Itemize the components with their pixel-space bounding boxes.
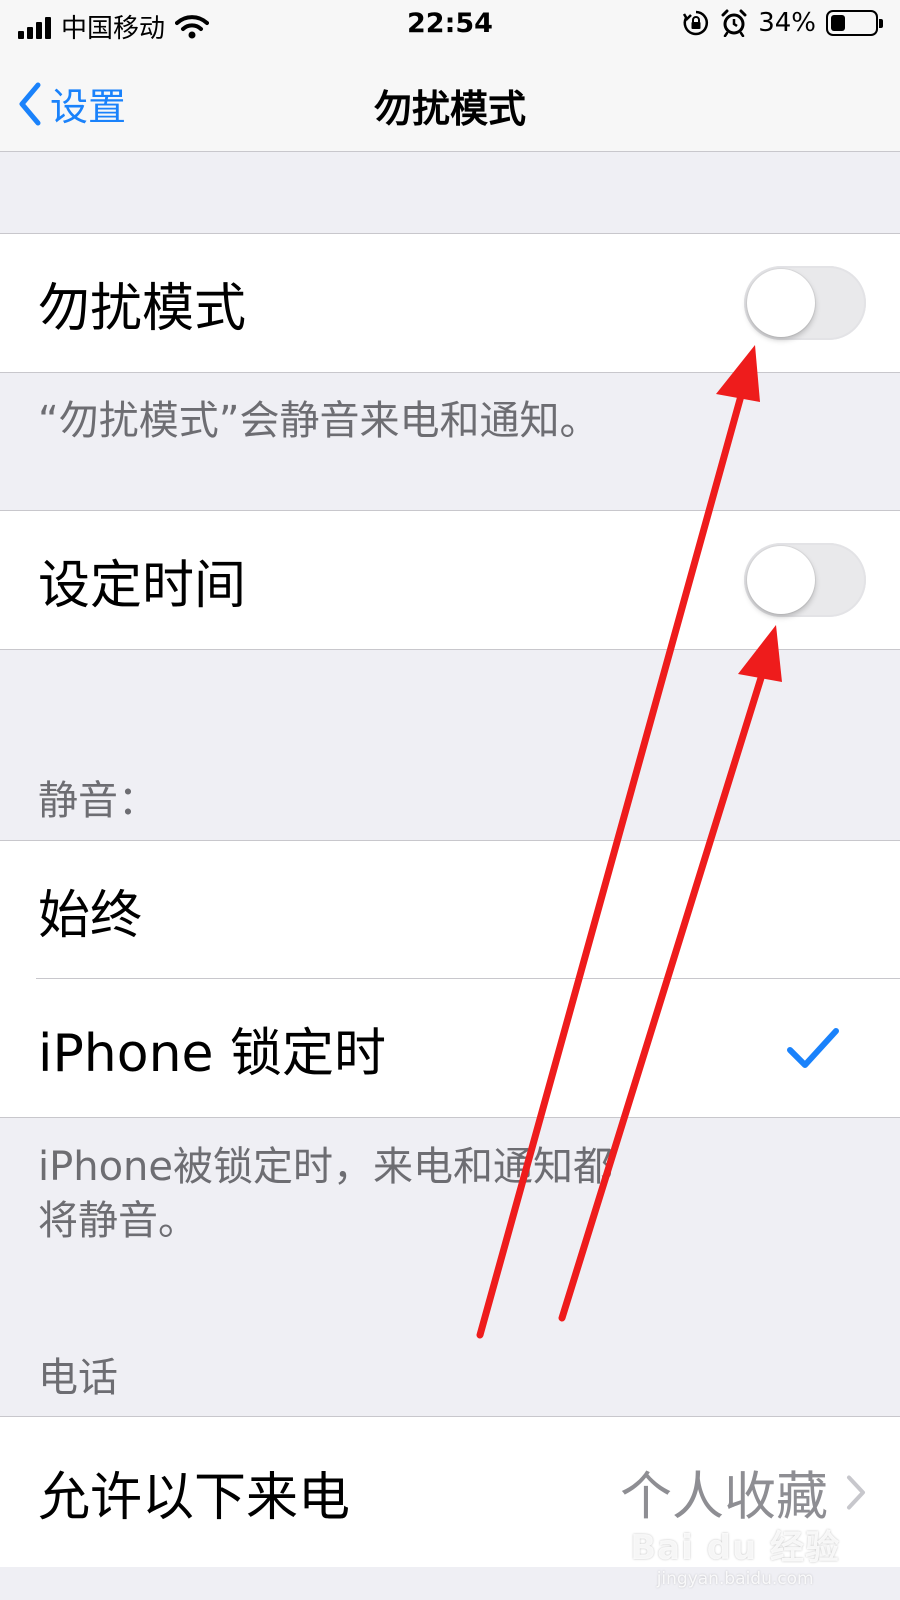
orientation-lock-icon xyxy=(683,10,709,36)
silence-option-locked[interactable]: iPhone 锁定时 xyxy=(0,979,900,1117)
dnd-label: 勿扰模式 xyxy=(38,278,247,339)
allow-calls-label: 允许以下来电 xyxy=(38,1467,351,1528)
silence-option-locked-label: iPhone 锁定时 xyxy=(38,1023,387,1084)
battery-icon xyxy=(826,10,883,36)
scheduled-group: 设定时间 xyxy=(0,510,900,650)
dnd-group: 勿扰模式 xyxy=(0,233,900,373)
silence-option-always-label: 始终 xyxy=(38,885,143,946)
dnd-toggle-knob xyxy=(747,269,815,337)
scheduled-toggle-knob xyxy=(747,546,815,614)
chevron-right-icon xyxy=(847,1475,865,1509)
dnd-row: 勿扰模式 xyxy=(0,234,900,372)
scheduled-row: 设定时间 xyxy=(0,511,900,649)
silence-footer-line2: 将静音。 xyxy=(38,1198,198,1244)
silence-footer-line1: iPhone被锁定时，来电和通知都 xyxy=(38,1144,614,1190)
dnd-footer: “勿扰模式”会静音来电和通知。 xyxy=(38,398,600,444)
dnd-toggle[interactable] xyxy=(744,266,866,340)
silence-footer: iPhone被锁定时，来电和通知都 将静音。 xyxy=(38,1140,718,1248)
watermark-main: Bai du 经验 xyxy=(630,1528,840,1568)
navigation-bar: 设置 勿扰模式 xyxy=(0,50,900,152)
scheduled-label: 设定时间 xyxy=(38,555,247,616)
watermark-sub: jingyan.baidu.com xyxy=(656,1569,814,1589)
alarm-icon xyxy=(721,9,747,37)
page-title: 勿扰模式 xyxy=(373,87,526,131)
silence-header: 静音： xyxy=(38,778,158,824)
silence-group: 始终 iPhone 锁定时 xyxy=(0,840,900,1118)
baidu-watermark: Bai du 经验 jingyan.baidu.com xyxy=(630,1520,840,1589)
allow-calls-value: 个人收藏 xyxy=(619,1467,828,1528)
status-bar: 中国移动 22:54 34% xyxy=(0,0,900,50)
allow-calls-detail: 个人收藏 xyxy=(620,1455,866,1530)
scheduled-toggle[interactable] xyxy=(744,543,866,617)
phone-header: 电话 xyxy=(38,1355,118,1401)
battery-percent: 34% xyxy=(758,8,816,38)
silence-option-always[interactable]: 始终 xyxy=(0,841,900,979)
checkmark-icon xyxy=(787,1028,839,1068)
